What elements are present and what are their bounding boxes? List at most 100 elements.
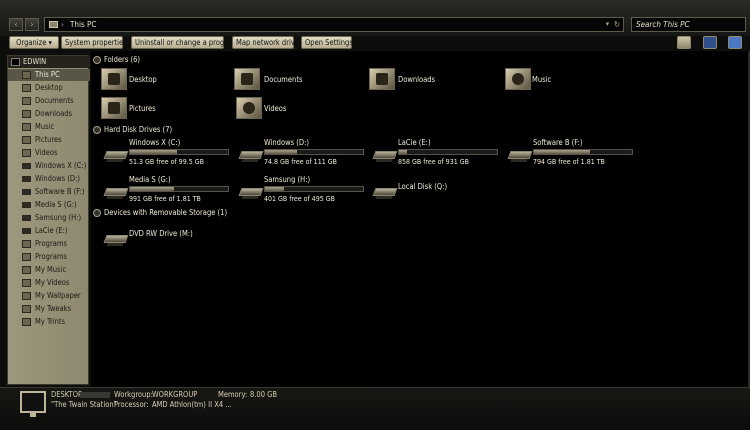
drive-name: Media S (G:) [129,175,171,184]
drive-name: Software B (F:) [533,138,583,147]
sidebar-item-this-pc[interactable]: This PC [8,69,90,81]
drive-d[interactable]: Windows (D:) 74.8 GB free of 111 GB [236,137,366,167]
documents-folder-icon [234,68,260,90]
sidebar-item-drive-c[interactable]: Windows X (C:) [8,160,90,172]
videos-folder-icon [236,97,262,119]
address-bar[interactable]: › This PC ▾ ↻ [44,17,624,32]
sidebar-item-downloads[interactable]: Downloads [8,108,90,120]
forward-button[interactable]: › [25,18,39,31]
computer-icon [49,21,58,28]
open-settings-button[interactable]: Open Settings [301,36,353,49]
address-history-dropdown-icon[interactable]: ▾ [606,20,609,28]
folder-icon [22,253,31,261]
sidebar-item-label: EDWIN [23,57,47,66]
back-button[interactable]: ‹ [9,18,23,31]
folder-icon [22,240,31,248]
preview-pane-icon[interactable] [703,36,717,49]
computer-icon [20,391,46,417]
drives-group-header[interactable]: Hard Disk Drives (7) [93,125,293,135]
drive-icon [22,189,31,195]
music-folder-icon [22,123,31,131]
folder-videos[interactable]: Videos [236,96,356,122]
sidebar-item-my-tweaks[interactable]: My Tweaks [8,303,90,315]
collapse-group-icon[interactable] [93,126,101,134]
drive-usage-fill [265,187,284,191]
computer-icon [22,71,31,79]
drive-e[interactable]: LaCie (E:) 858 GB free of 931 GB [370,137,500,167]
refresh-icon[interactable]: ↻ [614,20,620,29]
memory-value: 8.00 GB [250,390,278,399]
change-view-icon[interactable] [677,36,691,49]
back-arrow-icon: ‹ [14,20,18,29]
drive-q[interactable]: Local Disk (Q:) [370,180,500,200]
folders-group-header[interactable]: Folders (6) [93,55,293,65]
breadcrumb-chevron-icon[interactable]: › [61,20,64,29]
downloads-folder-icon [22,110,31,118]
folder-documents[interactable]: Documents [234,67,354,93]
sidebar-item-label: Videos [35,148,58,157]
removable-group-header[interactable]: Devices with Removable Storage (1) [93,208,343,218]
drive-f[interactable]: Software B (F:) 794 GB free of 1.81 TB [505,137,645,167]
folder-label: Desktop [129,75,157,84]
sidebar-item-label: My Wallpaper [35,291,81,300]
search-input[interactable]: Search This PC [631,17,746,32]
drive-g[interactable]: Media S (G:) 991 GB free of 1.81 TB [101,174,231,204]
map-network-drive-button[interactable]: Map network drive [232,36,299,49]
sidebar-item-desktop[interactable]: Desktop [8,82,90,94]
sidebar-item-label: Samsung (H:) [35,213,82,222]
sidebar-item-drive-h[interactable]: Samsung (H:) [8,212,90,224]
sidebar-item-my-music[interactable]: My Music [8,264,90,276]
folder-icon [22,318,31,326]
folder-label: Music [532,75,552,84]
sidebar-item-my-videos[interactable]: My Videos [8,277,90,289]
drive-h[interactable]: Samsung (H:) 401 GB free of 495 GB [236,174,366,204]
sidebar-item-my-wallpaper[interactable]: My Wallpaper [8,290,90,302]
dvd-drive[interactable]: DVD RW Drive (M:) [101,226,231,248]
sidebar-item-documents[interactable]: Documents [8,95,90,107]
sidebar-item-music[interactable]: Music [8,121,90,133]
sidebar-item-pictures[interactable]: Pictures [8,134,90,146]
help-icon[interactable] [728,36,742,49]
search-placeholder: Search This PC [636,20,690,29]
computer-name-redacted [80,392,110,398]
uninstall-program-button[interactable]: Uninstall or change a program [131,36,238,49]
content-pane: Folders (6) Desktop Documents Downloads … [91,51,748,387]
sidebar-item-drive-e[interactable]: LaCie (E:) [8,225,90,237]
folder-music[interactable]: Music [505,67,625,93]
sidebar-item-my-trints[interactable]: My Trints [8,316,90,328]
hard-drive-icon [103,188,129,196]
sidebar-item-label: Music [35,122,55,131]
collapse-group-icon[interactable] [93,209,101,217]
sidebar-item-user[interactable]: EDWIN [8,56,90,68]
sidebar-item-label: Programs [35,239,67,248]
organize-button[interactable]: Organize ▾ [9,36,59,49]
drive-usage-bar [398,149,498,155]
folder-downloads[interactable]: Downloads [369,67,489,93]
folder-label: Videos [264,104,287,113]
drive-free-space: 991 GB free of 1.81 TB [129,195,201,203]
sidebar-item-videos[interactable]: Videos [8,147,90,159]
sidebar-item-drive-f[interactable]: Software B (F:) [8,186,90,198]
system-properties-button[interactable]: System properties [61,36,127,49]
sidebar-item-label: Desktop [35,83,63,92]
drive-c[interactable]: Windows X (C:) 51.3 GB free of 99.5 GB [101,137,231,167]
memory-label: Memory: [218,390,248,399]
sidebar-item-drive-g[interactable]: Media S (G:) [8,199,90,211]
sidebar-item-programs[interactable]: Programs [8,238,90,250]
details-pane: DESKTOP "The Twain Station" Workgroup: W… [0,387,750,430]
user-icon [11,58,20,66]
breadcrumb-this-pc[interactable]: This PC [70,20,96,29]
folder-icon [22,279,31,287]
sidebar-item-programs-2[interactable]: Programs [8,251,90,263]
sidebar-item-drive-d[interactable]: Windows (D:) [8,173,90,185]
drive-name: Local Disk (Q:) [398,182,448,191]
workgroup-value: WORKGROUP [152,390,198,399]
title-bar: ‹ › › This PC ▾ ↻ Search This PC [0,0,750,36]
drive-usage-bar [264,186,364,192]
drive-free-space: 794 GB free of 1.81 TB [533,158,605,166]
folder-pictures[interactable]: Pictures [101,96,221,122]
collapse-group-icon[interactable] [93,56,101,64]
computer-name: DESKTOP [51,390,83,399]
folder-desktop[interactable]: Desktop [101,67,221,93]
folder-icon [22,292,31,300]
